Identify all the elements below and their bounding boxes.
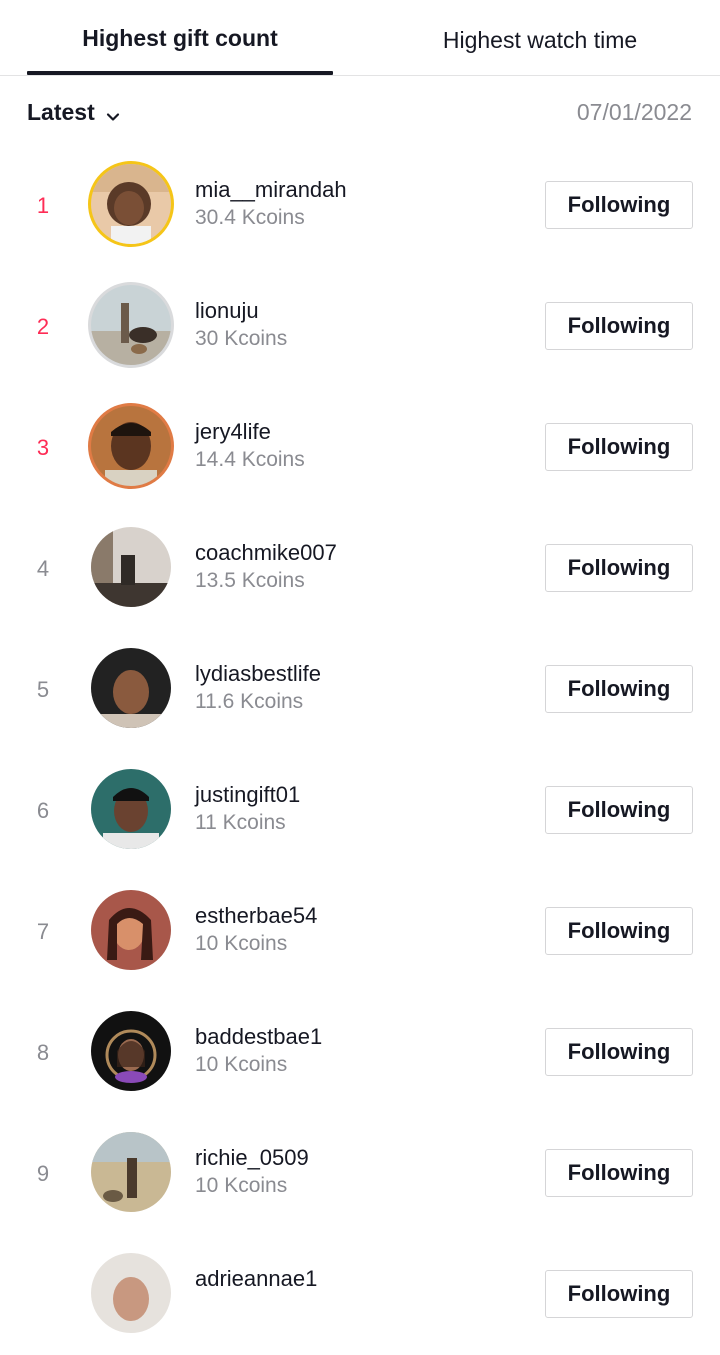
rank-number: 6 [36, 797, 50, 823]
list-item[interactable]: 7 estherbae54 10 Kcoins Following [0, 871, 720, 992]
avatar-wrap [88, 524, 174, 610]
period-dropdown[interactable]: Latest [27, 90, 121, 134]
following-button[interactable]: Following [545, 665, 693, 713]
tab-highest-gift-count[interactable]: Highest gift count [27, 0, 333, 76]
following-button[interactable]: Following [545, 1149, 693, 1197]
rank-number: 9 [36, 1160, 50, 1186]
list-item[interactable]: 3 jery4life 14.4 Kcoins Following [0, 387, 720, 508]
avatar[interactable] [91, 406, 171, 486]
coin-count: 13.5 Kcoins [195, 569, 305, 592]
coin-count: 30.4 Kcoins [195, 206, 305, 229]
rank-number: 8 [36, 1039, 50, 1065]
following-button[interactable]: Following [545, 786, 693, 834]
period-dropdown-label: Latest [27, 98, 95, 125]
avatar[interactable] [91, 1132, 171, 1212]
avatar-ring-bronze [88, 403, 174, 489]
avatar[interactable] [91, 769, 171, 849]
list-item[interactable]: 6 justingift01 11 Kcoins Following [0, 750, 720, 871]
coin-count: 10 Kcoins [195, 1053, 288, 1076]
tab-highest-watch-time[interactable]: Highest watch time [380, 2, 700, 78]
username: coachmike007 [195, 540, 337, 565]
avatar[interactable] [91, 1011, 171, 1091]
avatar[interactable] [91, 648, 171, 728]
rank-number: 3 [36, 434, 50, 460]
username: richie_0509 [195, 1145, 309, 1170]
avatar[interactable] [91, 527, 171, 607]
rank-number: 7 [36, 918, 50, 944]
list-item[interactable]: 5 lydiasbestlife 11.6 Kcoins Following [0, 629, 720, 750]
list-item[interactable]: 1 mia__mirandah 30.4 Kcoins Following [0, 145, 720, 266]
active-tab-indicator [27, 71, 333, 75]
username: adrieannae1 [195, 1266, 318, 1291]
username: lydiasbestlife [195, 661, 321, 686]
list-item[interactable]: 8 baddestbae1 10 Kcoins Following [0, 992, 720, 1113]
following-button[interactable]: Following [545, 1270, 693, 1318]
following-button[interactable]: Following [545, 423, 693, 471]
rank-number: 1 [36, 192, 50, 218]
rank-number [20, 1234, 66, 1355]
username: baddestbae1 [195, 1024, 323, 1049]
coin-count: 11.6 Kcoins [195, 690, 304, 713]
avatar-ring-silver [88, 282, 174, 368]
coin-count: 10 Kcoins [195, 932, 288, 955]
avatar-wrap [88, 1250, 174, 1336]
avatar-wrap [88, 766, 174, 852]
avatar[interactable] [91, 164, 171, 244]
coin-count: 10 Kcoins [195, 1174, 288, 1197]
username: lionuju [195, 298, 259, 323]
list-item[interactable]: 2 lionuju 30 Kcoins Following [0, 266, 720, 387]
username: mia__mirandah [195, 177, 347, 202]
filter-row: Latest 07/01/2022 [0, 90, 720, 134]
avatar-wrap [88, 645, 174, 731]
username: estherbae54 [195, 903, 318, 928]
coin-count: 14.4 Kcoins [195, 448, 305, 471]
list-item[interactable]: 4 coachmike007 13.5 Kcoins Following [0, 508, 720, 629]
avatar-wrap [88, 887, 174, 973]
rank-number: 5 [36, 676, 50, 702]
username: justingift01 [195, 782, 301, 807]
following-button[interactable]: Following [545, 1028, 693, 1076]
rank-number: 4 [36, 555, 50, 581]
list-item[interactable]: adrieannae1 Following [0, 1234, 720, 1355]
avatar-ring-gold [88, 161, 174, 247]
list-item[interactable]: 9 richie_0509 10 Kcoins Following [0, 1113, 720, 1234]
chevron-down-icon [105, 104, 121, 121]
following-button[interactable]: Following [545, 302, 693, 350]
avatar[interactable] [91, 890, 171, 970]
avatar[interactable] [91, 285, 171, 365]
coin-count: 30 Kcoins [195, 327, 288, 350]
following-button[interactable]: Following [545, 907, 693, 955]
rank-number: 2 [36, 313, 50, 339]
coin-count: 11 Kcoins [195, 811, 286, 834]
following-button[interactable]: Following [545, 181, 693, 229]
date-label: 07/01/2022 [576, 98, 692, 125]
username: jery4life [195, 419, 271, 444]
avatar[interactable] [91, 1253, 171, 1333]
tab-bar: Highest gift count Highest watch time [0, 0, 720, 76]
avatar-wrap [88, 1008, 174, 1094]
avatar-wrap [88, 1129, 174, 1215]
following-button[interactable]: Following [545, 544, 693, 592]
